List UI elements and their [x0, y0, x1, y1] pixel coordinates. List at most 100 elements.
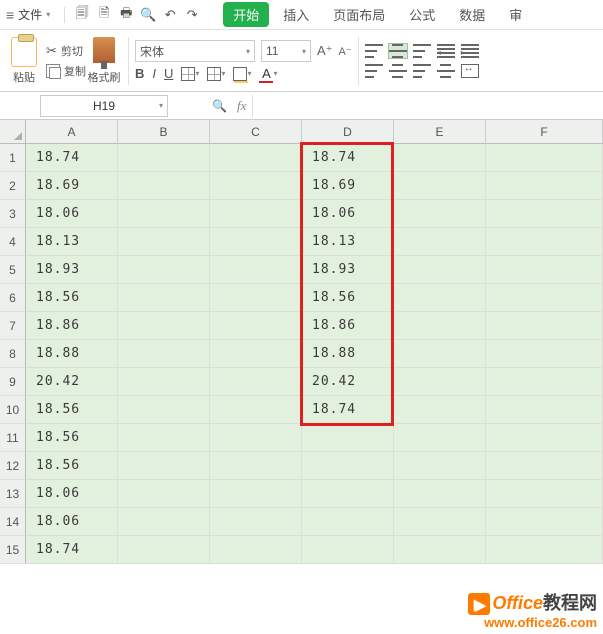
row-header-9[interactable]: 9 [0, 368, 26, 396]
increase-indent-button[interactable]: ▸ [461, 44, 479, 58]
cell-A4[interactable]: 18.13 [26, 228, 118, 256]
column-header-D[interactable]: D [302, 120, 394, 144]
cell-F10[interactable] [486, 396, 603, 424]
tab-layout[interactable]: 页面布局 [323, 1, 395, 28]
cell-F2[interactable] [486, 172, 603, 200]
copy-button[interactable]: 复制 [46, 63, 86, 79]
paste-button[interactable]: 粘贴 [6, 37, 42, 85]
cell-D14[interactable] [302, 508, 394, 536]
cell-F12[interactable] [486, 452, 603, 480]
justify-button[interactable] [437, 64, 455, 78]
increase-font-button[interactable]: A⁺ [317, 43, 333, 59]
cell-E11[interactable] [394, 424, 486, 452]
row-header-14[interactable]: 14 [0, 508, 26, 536]
cell-A5[interactable]: 18.93 [26, 256, 118, 284]
row-header-8[interactable]: 8 [0, 340, 26, 368]
cell-B12[interactable] [118, 452, 210, 480]
cell-F11[interactable] [486, 424, 603, 452]
cell-A1[interactable]: 18.74 [26, 144, 118, 172]
cell-E12[interactable] [394, 452, 486, 480]
cell-B3[interactable] [118, 200, 210, 228]
save-as-icon[interactable]: 🗎 [93, 4, 115, 26]
row-header-4[interactable]: 4 [0, 228, 26, 256]
cell-reference-input[interactable]: H19▾ [40, 95, 168, 117]
cell-E10[interactable] [394, 396, 486, 424]
cell-C14[interactable] [210, 508, 302, 536]
cell-C6[interactable] [210, 284, 302, 312]
cell-A9[interactable]: 20.42 [26, 368, 118, 396]
cell-C1[interactable] [210, 144, 302, 172]
cell-D13[interactable] [302, 480, 394, 508]
tab-review[interactable]: 审 [499, 1, 532, 28]
border-button[interactable]: ▾ [181, 67, 199, 81]
cell-C2[interactable] [210, 172, 302, 200]
cell-F3[interactable] [486, 200, 603, 228]
column-header-C[interactable]: C [210, 120, 302, 144]
cell-F1[interactable] [486, 144, 603, 172]
cell-C9[interactable] [210, 368, 302, 396]
cell-B10[interactable] [118, 396, 210, 424]
column-header-B[interactable]: B [118, 120, 210, 144]
cell-style-button[interactable]: ▾ [207, 67, 225, 81]
row-header-3[interactable]: 3 [0, 200, 26, 228]
cell-F7[interactable] [486, 312, 603, 340]
cell-F13[interactable] [486, 480, 603, 508]
cell-C11[interactable] [210, 424, 302, 452]
fx-button[interactable]: fx [237, 98, 246, 114]
formula-input[interactable] [252, 95, 603, 117]
font-name-select[interactable]: 宋体▾ [135, 40, 255, 62]
cell-C13[interactable] [210, 480, 302, 508]
cell-C10[interactable] [210, 396, 302, 424]
cell-A11[interactable]: 18.56 [26, 424, 118, 452]
cell-C15[interactable] [210, 536, 302, 564]
cell-E8[interactable] [394, 340, 486, 368]
cell-E7[interactable] [394, 312, 486, 340]
cell-F8[interactable] [486, 340, 603, 368]
cell-E6[interactable] [394, 284, 486, 312]
align-right-button[interactable] [413, 64, 431, 78]
font-size-select[interactable]: 11▾ [261, 40, 311, 62]
undo-icon[interactable]: ↶ [159, 7, 181, 23]
format-painter-button[interactable]: 格式刷 [86, 37, 122, 85]
decrease-indent-button[interactable]: ◂ [437, 44, 455, 58]
cell-C7[interactable] [210, 312, 302, 340]
cell-E13[interactable] [394, 480, 486, 508]
cell-B5[interactable] [118, 256, 210, 284]
bold-button[interactable]: B [135, 66, 144, 81]
cell-D11[interactable] [302, 424, 394, 452]
cell-D2[interactable]: 18.69 [302, 172, 394, 200]
row-header-1[interactable]: 1 [0, 144, 26, 172]
italic-button[interactable]: I [152, 66, 156, 81]
cell-E14[interactable] [394, 508, 486, 536]
row-header-13[interactable]: 13 [0, 480, 26, 508]
cell-E5[interactable] [394, 256, 486, 284]
row-header-5[interactable]: 5 [0, 256, 26, 284]
cell-D3[interactable]: 18.06 [302, 200, 394, 228]
cell-B13[interactable] [118, 480, 210, 508]
cell-A12[interactable]: 18.56 [26, 452, 118, 480]
print-preview-icon[interactable]: 🔍 [137, 7, 159, 23]
menu-icon[interactable]: ≡ [6, 7, 14, 23]
print-icon[interactable]: 🖶 [115, 4, 137, 26]
chevron-down-icon[interactable]: ▾ [46, 10, 50, 19]
cell-F4[interactable] [486, 228, 603, 256]
tab-data[interactable]: 数据 [449, 1, 495, 28]
cell-B11[interactable] [118, 424, 210, 452]
cell-A13[interactable]: 18.06 [26, 480, 118, 508]
cell-D10[interactable]: 18.74 [302, 396, 394, 424]
decrease-font-button[interactable]: A⁻ [339, 45, 352, 58]
save-icon[interactable]: 🗐 [71, 4, 93, 26]
row-header-7[interactable]: 7 [0, 312, 26, 340]
cell-D12[interactable] [302, 452, 394, 480]
cell-D5[interactable]: 18.93 [302, 256, 394, 284]
cell-D9[interactable]: 20.42 [302, 368, 394, 396]
cell-A15[interactable]: 18.74 [26, 536, 118, 564]
row-header-2[interactable]: 2 [0, 172, 26, 200]
cell-B15[interactable] [118, 536, 210, 564]
row-header-10[interactable]: 10 [0, 396, 26, 424]
cell-A7[interactable]: 18.86 [26, 312, 118, 340]
cell-D6[interactable]: 18.56 [302, 284, 394, 312]
cell-F15[interactable] [486, 536, 603, 564]
align-middle-button[interactable] [389, 44, 407, 58]
cell-C12[interactable] [210, 452, 302, 480]
